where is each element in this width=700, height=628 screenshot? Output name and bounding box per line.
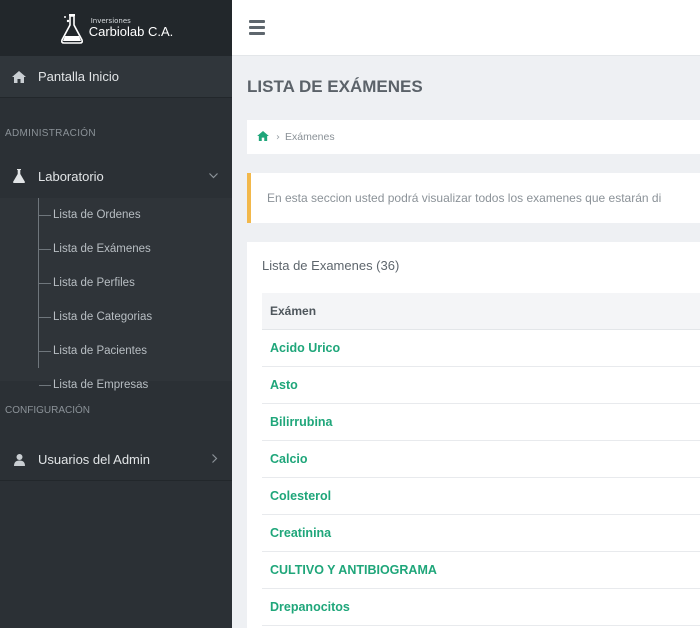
sidebar-item-examenes[interactable]: Lista de Exámenes bbox=[0, 232, 232, 266]
sidebar-item-label: Lista de Pacientes bbox=[53, 345, 147, 357]
column-header-examen: Exámen bbox=[270, 304, 317, 318]
laboratorio-submenu: Lista de Ordenes Lista de Exámenes Lista… bbox=[0, 198, 232, 391]
sidebar-item-categorias[interactable]: Lista de Categorias bbox=[0, 300, 232, 334]
nav-usuarios-admin[interactable]: Usuarios del Admin bbox=[0, 439, 232, 481]
nav-laboratorio[interactable]: Laboratorio bbox=[0, 154, 232, 198]
exam-link[interactable]: Creatinina bbox=[270, 526, 331, 540]
chevron-down-icon bbox=[209, 171, 218, 182]
user-icon bbox=[0, 453, 38, 466]
nav-home[interactable]: Pantalla Inicio bbox=[0, 56, 232, 98]
table-row: Colesterol bbox=[262, 478, 700, 515]
exam-link[interactable]: Calcio bbox=[270, 452, 308, 466]
sidebar-item-pacientes[interactable]: Lista de Pacientes bbox=[0, 334, 232, 368]
sidebar-item-ordenes[interactable]: Lista de Ordenes bbox=[0, 198, 232, 232]
topbar bbox=[232, 0, 700, 56]
exam-link[interactable]: CULTIVO Y ANTIBIOGRAMA bbox=[270, 563, 437, 577]
table-row: Bilirrubina bbox=[262, 404, 700, 441]
exam-link[interactable]: Colesterol bbox=[270, 489, 331, 503]
breadcrumb: › Exámenes bbox=[247, 120, 700, 154]
chevron-right-icon bbox=[212, 453, 218, 466]
sidebar-item-perfiles[interactable]: Lista de Perfiles bbox=[0, 266, 232, 300]
nav-laboratorio-label: Laboratorio bbox=[38, 168, 104, 184]
sidebar-item-empresas[interactable]: Lista de Empresas bbox=[0, 368, 232, 402]
sidebar-item-label: Lista de Empresas bbox=[53, 379, 149, 391]
alert-text: En esta seccion usted podrá visualizar t… bbox=[267, 191, 662, 205]
sidebar-item-label: Lista de Exámenes bbox=[53, 243, 151, 255]
info-alert: En esta seccion usted podrá visualizar t… bbox=[247, 173, 700, 223]
exam-link[interactable]: Bilirrubina bbox=[270, 415, 333, 429]
home-icon bbox=[0, 70, 38, 83]
flask-icon bbox=[0, 169, 38, 183]
exams-table: Exámen Acido Urico Asto Bilirrubina Calc… bbox=[262, 293, 700, 626]
nav-home-label: Pantalla Inicio bbox=[38, 69, 119, 84]
table-row: Creatinina bbox=[262, 515, 700, 552]
breadcrumb-current: Exámenes bbox=[285, 131, 335, 143]
sidebar-item-label: Lista de Perfiles bbox=[53, 277, 135, 289]
exam-link[interactable]: Asto bbox=[270, 378, 298, 392]
breadcrumb-separator-icon: › bbox=[276, 131, 280, 143]
table-row: CULTIVO Y ANTIBIOGRAMA bbox=[262, 552, 700, 589]
home-icon[interactable] bbox=[257, 130, 269, 144]
nav-usuarios-label: Usuarios del Admin bbox=[38, 452, 150, 467]
brand-name: Carbiolab C.A. bbox=[88, 24, 174, 39]
exams-panel: Lista de Examenes (36) Exámen Acido Uric… bbox=[247, 242, 700, 628]
menu-toggle-icon[interactable] bbox=[249, 20, 265, 35]
main-content: LISTA DE EXÁMENES › Exámenes En esta sec… bbox=[232, 56, 700, 628]
page-title: LISTA DE EXÁMENES bbox=[247, 77, 423, 96]
table-header: Exámen bbox=[262, 293, 700, 330]
flask-logo-icon bbox=[60, 14, 83, 44]
sidebar-item-label: Lista de Categorias bbox=[53, 311, 153, 323]
section-administracion: ADMINISTRACIÓN bbox=[5, 128, 96, 139]
table-row: Calcio bbox=[262, 441, 700, 478]
sidebar-item-label: Lista de Ordenes bbox=[53, 209, 141, 221]
exam-link[interactable]: Drepanocitos bbox=[270, 600, 350, 614]
table-row: Asto bbox=[262, 367, 700, 404]
sidebar: Inversiones Carbiolab C.A. Pantalla Inic… bbox=[0, 0, 232, 628]
table-row: Acido Urico bbox=[262, 330, 700, 367]
exam-link[interactable]: Acido Urico bbox=[270, 341, 340, 355]
panel-title: Lista de Examenes (36) bbox=[262, 258, 400, 273]
table-row: Drepanocitos bbox=[262, 589, 700, 626]
brand[interactable]: Inversiones Carbiolab C.A. bbox=[0, 0, 232, 56]
